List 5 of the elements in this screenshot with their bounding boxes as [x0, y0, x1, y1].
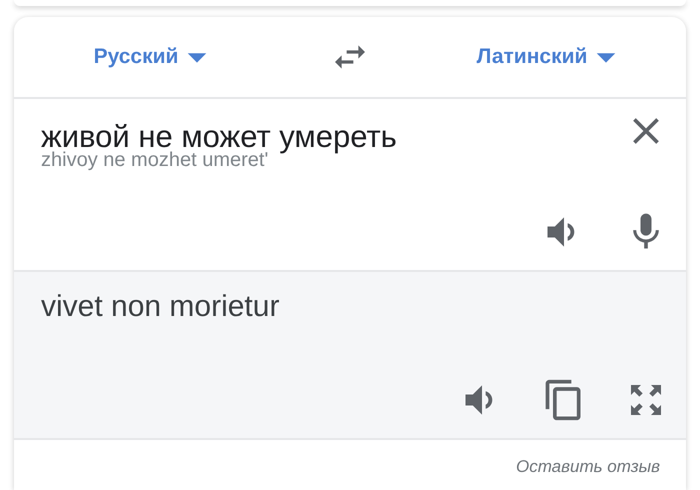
translation-text: vivet non morietur [41, 290, 280, 324]
language-dropdown[interactable]: Русский [92, 40, 212, 74]
transliteration-text: zhivoy ne mozhet umeret' [41, 149, 270, 172]
feedback-link[interactable]: Оставить отзыв [516, 457, 660, 477]
language-dropdown[interactable]: Латинский [474, 40, 622, 74]
